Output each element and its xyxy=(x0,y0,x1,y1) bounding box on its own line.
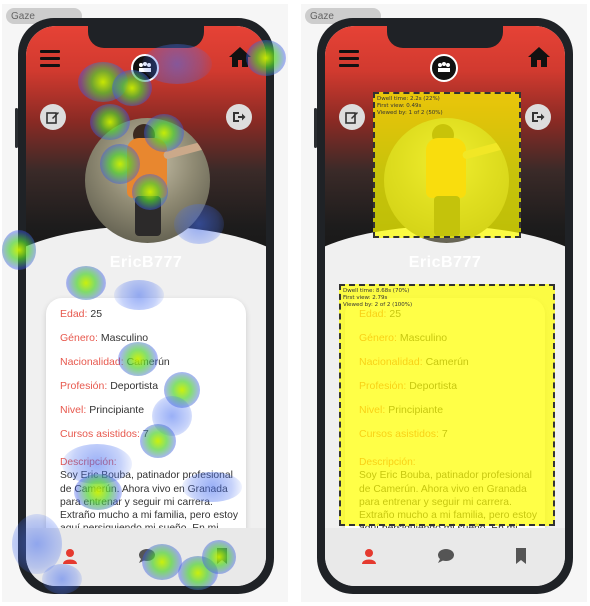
aoi-info-first-view: First view: 2.79s xyxy=(343,295,388,301)
field-cursos: Cursos asistidos: 7 xyxy=(60,428,149,440)
gaze-label: Gaze xyxy=(11,11,35,22)
heatmap-panel: Gaze EricB777 Edad: 25 Género: Masculino… xyxy=(2,4,288,602)
phone-notch xyxy=(387,26,503,48)
logout-icon[interactable] xyxy=(525,104,551,130)
phone-side-button xyxy=(314,108,317,148)
aoi-photo-dwell: Dwell time: 2.2s (22%) xyxy=(377,96,440,102)
bottom-tab-bar xyxy=(325,528,565,586)
field-edad: Edad: 25 xyxy=(60,308,103,320)
logout-icon[interactable] xyxy=(226,104,252,130)
app-screen: EricB777 Edad: 25 Género: Masculino Naci… xyxy=(26,26,266,586)
phone-notch xyxy=(88,26,204,48)
edit-icon[interactable] xyxy=(40,104,66,130)
home-icon[interactable] xyxy=(527,46,551,73)
chat-icon[interactable] xyxy=(138,548,156,569)
bookmark-icon[interactable] xyxy=(515,548,527,569)
bottom-tab-bar xyxy=(26,528,266,586)
aoi-photo-first-view: First view: 0.49s xyxy=(377,103,422,109)
avatar xyxy=(85,118,210,243)
aoi-info-dwell: Dwell time: 8.68s (70%) xyxy=(343,288,410,294)
gaze-label: Gaze xyxy=(310,11,334,22)
profile-info-card: Edad: 25 Género: Masculino Nacionalidad:… xyxy=(46,298,246,548)
aoi-info-card: Dwell time: 8.68s (70%) First view: 2.79… xyxy=(339,284,555,526)
field-nacionalidad: Nacionalidad: Camerún xyxy=(60,356,170,368)
chat-icon[interactable] xyxy=(437,548,455,569)
aoi-panel: Gaze EricB777 Edad: 25 xyxy=(301,4,587,602)
bookmark-icon[interactable] xyxy=(216,548,228,569)
field-nivel: Nivel: Principiante xyxy=(60,404,145,416)
menu-icon[interactable] xyxy=(339,50,359,67)
username: EricB777 xyxy=(109,254,183,271)
logo-icon xyxy=(131,54,159,82)
aoi-info-viewed-by: Viewed by: 2 of 2 (100%) xyxy=(343,302,413,308)
username: EricB777 xyxy=(408,254,482,271)
phone-frame: EricB777 Edad: 25 Género: Masculino Naci… xyxy=(15,18,274,594)
logo-icon xyxy=(430,54,458,82)
aoi-photo: Dwell time: 2.2s (22%) First view: 0.49s… xyxy=(373,92,521,238)
aoi-photo-viewed-by: Viewed by: 1 of 2 (50%) xyxy=(377,110,443,116)
phone-side-button xyxy=(15,108,18,148)
person-icon[interactable] xyxy=(361,548,377,569)
menu-icon[interactable] xyxy=(40,50,60,67)
home-icon[interactable] xyxy=(228,46,252,73)
edit-icon[interactable] xyxy=(339,104,365,130)
field-genero: Género: Masculino xyxy=(60,332,149,344)
field-profesion: Profesión: Deportista xyxy=(60,380,159,392)
person-icon[interactable] xyxy=(62,548,78,569)
